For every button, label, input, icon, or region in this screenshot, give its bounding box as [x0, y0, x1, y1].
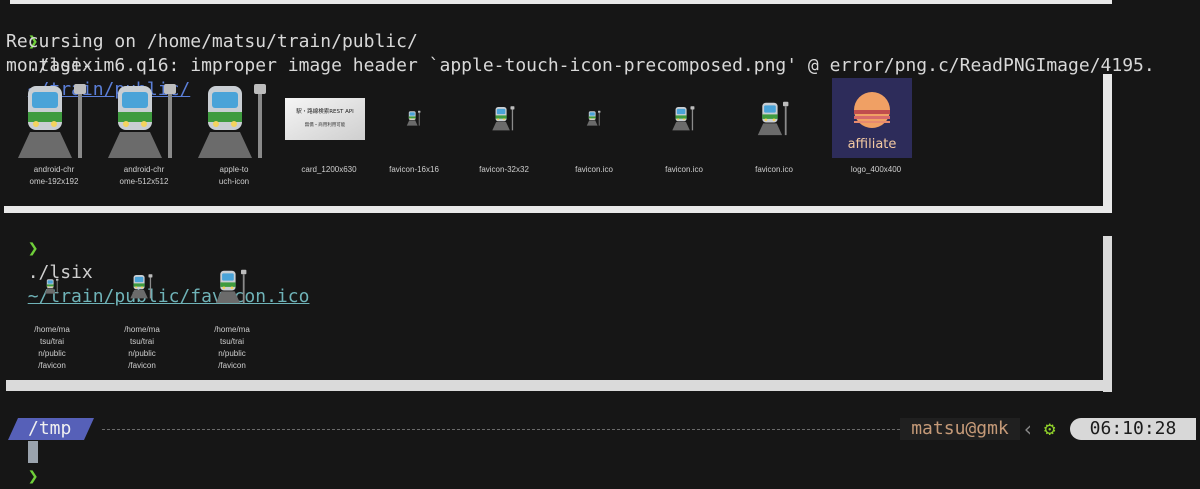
thumbnail-tile[interactable]: favicon.ico — [730, 78, 818, 188]
card-image: 駅・路線検索REST API 無償・商用利用可能 — [285, 98, 365, 144]
thumbnail-caption: ome-192x192 — [29, 177, 79, 186]
user-host: matsu@gmk — [900, 418, 1020, 440]
clock: 06:10:28 — [1070, 418, 1196, 440]
thumbnail-tile[interactable]: favicon.ico — [550, 78, 638, 188]
gear-icon: ⚙ — [1044, 418, 1056, 440]
thumbnail-tile[interactable]: affiliate logo_400x400 — [832, 78, 920, 188]
train-icon — [491, 105, 517, 135]
train-icon — [44, 278, 60, 298]
thumbnail-tile[interactable]: /home/ma tsu/trai n/public/favicon — [98, 258, 186, 374]
thumbnail-caption: favicon-16x16 — [389, 165, 439, 174]
train-icon — [756, 100, 792, 140]
prompt-line-2: ❯ ./lsix ~/train/public/favicon.ico — [6, 213, 310, 307]
thumbnail-tile[interactable]: /home/ma tsu/trai n/public/favicon — [188, 258, 276, 374]
thumbnail-caption: favicon.ico — [575, 165, 613, 174]
thumbnail-caption: /favicon — [128, 361, 156, 370]
panel-border — [6, 380, 1112, 391]
train-icon — [14, 80, 94, 164]
card-subtitle: 無償・商用利用可能 — [305, 121, 346, 128]
thumbnail-tile[interactable]: apple-to uch-icon — [190, 78, 278, 188]
cwd-label: /tmp — [28, 418, 72, 439]
thumbnail-tile[interactable]: /home/ma tsu/trai n/public/favicon — [8, 258, 96, 374]
train-icon — [129, 273, 155, 303]
prompt-arrow-icon: ❯ — [27, 466, 39, 487]
thumbnail-caption: logo_400x400 — [850, 165, 902, 174]
train-icon — [406, 110, 422, 130]
panel-border — [1103, 236, 1112, 392]
thumbnail-caption: apple-to — [219, 165, 249, 174]
thumbnail-caption: favicon.ico — [665, 165, 703, 174]
thumbnail-caption: tsu/trai — [39, 337, 64, 346]
thumbnail-caption: n/public — [128, 349, 156, 358]
thumbnail-tile[interactable]: android-chr ome-512x512 — [100, 78, 188, 188]
thumbnail-caption: android-chr — [33, 165, 75, 174]
logo-text: affiliate — [848, 137, 897, 152]
thumbnail-tile[interactable]: favicon-16x16 — [370, 78, 458, 188]
panel-border — [1103, 74, 1112, 213]
thumbnail-caption: /favicon — [38, 361, 66, 370]
thumbnail-caption: tsu/trai — [129, 337, 154, 346]
thumbnail-caption: /home/ma — [34, 325, 70, 334]
thumbnail-caption: n/public — [218, 349, 246, 358]
thumbnail-caption: tsu/trai — [219, 337, 244, 346]
thumbnail-tile[interactable]: 駅・路線検索REST API 無償・商用利用可能 card_1200x630 — [285, 78, 373, 188]
thumbnail-caption: ome-512x512 — [119, 177, 169, 186]
thumbnail-caption: android-chr — [123, 165, 165, 174]
affiliate-logo-icon: affiliate — [832, 78, 912, 162]
train-icon — [671, 105, 697, 135]
train-icon — [586, 110, 602, 130]
thumbnail-caption: /favicon — [218, 361, 246, 370]
thumbnail-caption: favicon.ico — [755, 165, 793, 174]
thumbnail-tile[interactable]: favicon.ico — [640, 78, 728, 188]
card-title: 駅・路線検索REST API — [296, 107, 354, 115]
thumbnail-caption: favicon-32x32 — [479, 165, 529, 174]
train-icon — [104, 80, 184, 164]
train-icon — [214, 268, 250, 308]
divider — [102, 429, 900, 430]
thumbnail-tile[interactable]: android-chr ome-192x192 — [10, 78, 98, 188]
thumbnail-caption: n/public — [38, 349, 66, 358]
thumbnail-caption: /home/ma — [124, 325, 160, 334]
thumbnail-caption: card_1200x630 — [301, 165, 357, 174]
thumbnail-tile[interactable]: favicon-32x32 — [460, 78, 548, 188]
status-bar: /tmp matsu@gmk ‹ ⚙ 06:10:28 — [0, 418, 1200, 440]
thumbnail-caption: /home/ma — [214, 325, 250, 334]
chevron-left-icon: ‹ — [1022, 417, 1035, 441]
thumbnail-caption: uch-icon — [218, 177, 250, 186]
text-cursor[interactable] — [28, 441, 38, 463]
train-icon — [194, 80, 274, 164]
